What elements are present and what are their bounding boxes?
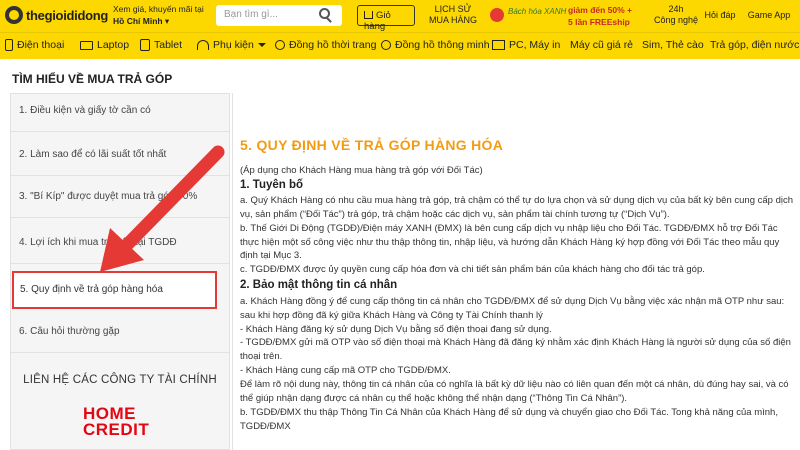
heading-privacy: 2. Bảo mật thông tin cá nhân <box>240 279 398 291</box>
sidebar-item-requirements[interactable]: 1. Điều kiện và giấy tờ cần có <box>11 94 229 132</box>
main-content: 5. QUY ĐỊNH VỀ TRẢ GÓP HÀNG HÓA (Áp dụng… <box>232 93 800 450</box>
nav-item-sim-card[interactable]: Sim, Thẻ cào <box>642 39 704 51</box>
nav-label: Phụ kiện <box>213 39 254 51</box>
headphone-icon <box>197 40 209 50</box>
paragraph-2a-2: - TGDĐ/ĐMX gửi mã OTP vào số điện thoại … <box>240 337 791 362</box>
nav-item-accessories[interactable]: Phụ kiện <box>197 39 266 51</box>
laptop-icon <box>80 40 93 50</box>
search-icon[interactable] <box>319 8 330 19</box>
paragraph-2a-1: - Khách Hàng đăng ký sử dụng Dịch Vụ bằn… <box>240 324 552 335</box>
tablet-icon <box>140 39 150 51</box>
nav-label: Máy cũ giá rẻ <box>570 39 634 51</box>
page-title: TÌM HIỂU VỀ MUA TRẢ GÓP <box>12 72 173 86</box>
watch-icon <box>275 40 285 50</box>
annotation-arrow-icon <box>100 145 225 272</box>
location-label: Xem giá, khuyến mãi tại <box>113 4 204 14</box>
nav-item-laptop[interactable]: Laptop <box>80 39 129 51</box>
sidebar-item-faq[interactable]: 6. Câu hỏi thường gặp <box>11 315 229 353</box>
logo-text: thegioididong <box>26 7 109 23</box>
nav-item-installment[interactable]: Trả góp, điện nước <box>710 39 799 51</box>
nav-item-phone[interactable]: Điện thoại <box>5 39 64 51</box>
history-line2: MUA HÀNG <box>428 15 477 25</box>
tech-line2: Công nghệ <box>653 15 699 25</box>
paragraph-2a: a. Khách Hàng đồng ý để cung cấp thông t… <box>240 296 785 321</box>
tech-line1: 24h <box>668 4 684 14</box>
promo-line2: 5 lần FREEship <box>568 17 630 27</box>
nav-label: Đồng hồ thông minh <box>395 39 490 51</box>
finance-contact-title: LIÊN HỆ CÁC CÔNG TY TÀI CHÍNH <box>23 374 217 386</box>
paragraph-2b: b. TGDĐ/ĐMX thu thập Thông Tin Cá Nhân c… <box>240 407 778 432</box>
paragraph-b: b. Thế Giới Di Động (TGDĐ)/Điện máy XANH… <box>240 223 780 262</box>
nav-label: Tablet <box>154 39 183 51</box>
game-app-link[interactable]: Game App <box>744 10 794 21</box>
promo-brand: Bách hóa XANH <box>508 7 567 16</box>
nav-label: Đồng hồ thời trang <box>289 39 377 51</box>
cart-icon <box>364 11 373 19</box>
paragraph-a: a. Quý Khách Hàng có nhu cầu mua hàng tr… <box>240 195 793 220</box>
nav-label: Điện thoại <box>17 39 65 51</box>
promo-line1: giảm đến 50% + <box>568 5 633 15</box>
monitor-icon <box>492 40 505 50</box>
section-title: 5. QUY ĐỊNH VỀ TRẢ GÓP HÀNG HÓA <box>240 137 504 153</box>
nav-item-smartwatch[interactable]: Đồng hồ thông minh <box>381 39 490 51</box>
order-history-link[interactable]: LỊCH SỬ MUA HÀNG <box>424 4 482 26</box>
nav-item-pc-printer[interactable]: PC, Máy in <box>492 39 560 51</box>
category-nav: Điện thoại Laptop Tablet Phụ kiện Đồng h… <box>0 32 800 59</box>
chevron-down-icon <box>257 43 266 47</box>
nav-label: Laptop <box>97 39 130 51</box>
nav-label: Trả góp, điện nước <box>710 39 800 51</box>
nav-item-fashion-watch[interactable]: Đồng hồ thời trang <box>275 39 376 51</box>
logo-line2: CREDIT <box>83 420 150 439</box>
paragraph-c: c. TGDĐ/ĐMX được ủy quyền cung cấp hóa đ… <box>240 264 705 275</box>
history-line1: LỊCH SỬ <box>434 4 472 14</box>
paragraph-definition: Để làm rõ nội dung này, thông tin cá nhâ… <box>240 379 789 404</box>
heading-declaration: 1. Tuyên bố <box>240 179 304 191</box>
location-city: Hồ Chí Minh ▾ <box>113 16 170 26</box>
promo-icon <box>490 8 504 22</box>
location-selector[interactable]: Xem giá, khuyến mãi tại Hồ Chí Minh ▾ <box>113 3 204 27</box>
nav-label: Sim, Thẻ cào <box>642 39 704 51</box>
promo-text: giảm đến 50% + 5 lần FREEship <box>568 4 648 28</box>
home-credit-logo[interactable]: HOME CREDIT <box>83 405 150 439</box>
promo-banner[interactable]: Bách hóa XANH giảm đến 50% + 5 lần FREEs… <box>490 3 638 29</box>
faq-link[interactable]: Hỏi đáp <box>702 10 738 21</box>
logo-icon <box>5 6 23 24</box>
tech-news-link[interactable]: 24h Công nghệ <box>650 4 702 26</box>
site-logo[interactable]: thegioididong <box>5 6 108 24</box>
smartwatch-icon <box>381 40 391 50</box>
top-header: thegioididong Xem giá, khuyến mãi tại Hồ… <box>0 0 800 32</box>
phone-icon <box>5 39 13 51</box>
cart-button[interactable]: Giỏ hàng <box>357 5 415 32</box>
nav-item-used-phones[interactable]: Máy cũ giá rẻ <box>570 39 633 51</box>
paragraph-2a-3: - Khách Hàng cung cấp mã OTP cho TGDĐ/ĐM… <box>240 365 451 376</box>
intro-text: (Áp dụng cho Khách Hàng mua hàng trả góp… <box>240 165 483 176</box>
nav-label: PC, Máy in <box>509 39 561 51</box>
nav-item-tablet[interactable]: Tablet <box>140 39 182 51</box>
